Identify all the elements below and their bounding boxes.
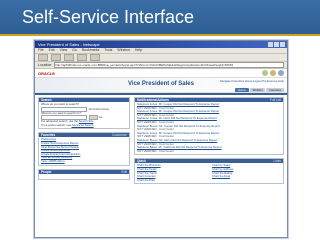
address-input[interactable]: http://ap6001dev.us.oracle.com:8880/oa_s…	[54, 62, 284, 68]
search-go-label: Go	[98, 115, 103, 120]
people-body	[39, 174, 129, 179]
people-edit-link[interactable]: Edit	[122, 170, 128, 174]
reload-icon[interactable]	[64, 54, 74, 61]
tab-home[interactable]: Home	[235, 88, 249, 92]
close-icon[interactable]	[280, 42, 285, 47]
page-content: ORACLE Navigator Favorites Home Logout P…	[35, 69, 287, 234]
favorites-region: Favorites Customize Preferences Create N…	[38, 132, 130, 166]
window-title: Vice President of Sales - Netscape	[38, 42, 100, 47]
favorites-body: Preferences Create New Response Report V…	[39, 137, 129, 164]
left-column: Search Where do you want to search? All …	[38, 97, 130, 187]
favorites-customize-link[interactable]: Customize	[112, 133, 127, 137]
browser-window: Vice President of Sales - Netscape File …	[34, 40, 288, 238]
window-titlebar: Vice President of Sales - Netscape	[35, 41, 287, 48]
search-body: Where do you want to search? All Content…	[39, 102, 129, 128]
people-region: People Edit	[38, 168, 130, 180]
menu-view[interactable]: View	[60, 48, 68, 52]
quick-links-list: Chart the Business Chart by Sales Chart …	[135, 163, 283, 183]
notifications-full-list-link[interactable]: Full List	[270, 98, 281, 102]
search-region: Search Where do you want to search? All …	[38, 97, 130, 130]
search-area-value: All Content Areas	[88, 107, 109, 111]
menu-go[interactable]: Go	[72, 48, 77, 52]
window-controls	[268, 42, 285, 47]
stop-icon[interactable]	[77, 54, 87, 61]
slide-accent-stripe	[0, 34, 320, 36]
menu-bookmarks[interactable]: Bookmarks	[82, 48, 100, 52]
quick-links-region: Quick Links Chart the Business Chart by …	[134, 158, 284, 185]
notification-status: NOT VERIFIED - Cost Center	[137, 149, 174, 153]
tab-favorites[interactable]: Favorites	[266, 88, 284, 92]
address-label: Location:	[38, 63, 53, 67]
maximize-icon[interactable]	[274, 42, 279, 47]
search-hint-2: Try a power search, use	[41, 122, 71, 127]
menu-help[interactable]: Help	[135, 48, 142, 52]
navigator-icon[interactable]	[262, 70, 268, 76]
minimize-icon[interactable]	[268, 42, 273, 47]
favorite-item[interactable]: View: HRMS Menu	[41, 159, 127, 164]
slide-title: Self-Service Interface	[22, 7, 195, 27]
page-header: Navigator Favorites Home Logout Preferen…	[35, 78, 287, 93]
back-icon[interactable]	[38, 54, 48, 61]
browser-toolbar	[35, 54, 287, 62]
tab-worklist[interactable]: Worklist	[249, 88, 266, 92]
menu-tools[interactable]: Tools	[104, 48, 112, 52]
quick-links-header-label: Quick	[137, 159, 146, 164]
logout-icon[interactable]	[278, 70, 284, 76]
quick-link[interactable]: Chart the Deal	[212, 175, 281, 179]
favorites-icon[interactable]	[270, 70, 276, 76]
menu-edit[interactable]: Edit	[49, 48, 55, 52]
menu-file[interactable]: File	[38, 48, 44, 52]
notifications-region: Notifications/Actions Full List Napoleon…	[134, 97, 284, 156]
notifications-list: Napoleon Jones, Mr. Cooper Did Not Respo…	[135, 102, 283, 154]
people-header-label: People	[41, 169, 52, 174]
quick-link[interactable]: Chart the Plan	[137, 179, 206, 183]
quick-links-more[interactable]: Links	[274, 159, 281, 163]
global-icons	[262, 70, 284, 76]
tab-bar: Home Worklist Favorites	[235, 88, 284, 92]
right-column: Notifications/Actions Full List Napoleon…	[134, 97, 284, 187]
home-icon[interactable]	[90, 54, 100, 61]
notifications-header-label: Notifications/Actions	[137, 98, 169, 102]
portal-columns: Search Where do you want to search? All …	[35, 95, 287, 187]
page-title: Vice President of Sales	[128, 81, 194, 87]
menu-window[interactable]: Window	[117, 48, 129, 52]
address-bar: Location: http://ap6001dev.us.oracle.com…	[35, 62, 287, 69]
oracle-logo: ORACLE	[38, 70, 55, 76]
forward-icon[interactable]	[51, 54, 61, 61]
advanced-search-link[interactable]: Advanced Search	[72, 123, 94, 127]
brand-bar: ORACLE	[35, 69, 287, 78]
